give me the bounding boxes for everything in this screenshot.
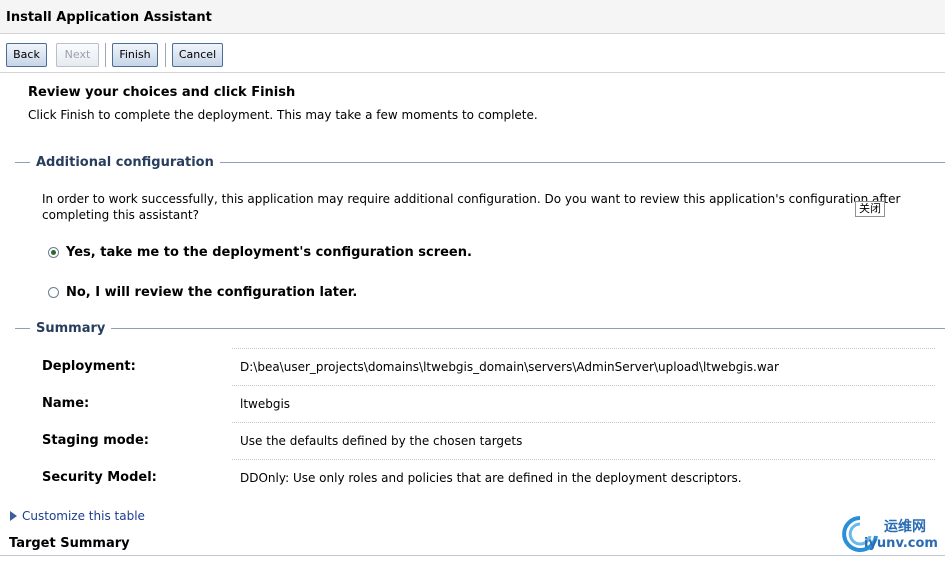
summary-value-deployment: D:\bea\user_projects\domains\ltwebgis_do…	[240, 360, 779, 374]
page-instructions: Click Finish to complete the deployment.…	[28, 108, 538, 122]
watermark: 运维网 iyunv.com	[840, 512, 945, 561]
summary-divider	[232, 459, 935, 460]
additional-config-description: In order to work successfully, this appl…	[42, 192, 901, 222]
watermark-text-en: iyunv.com	[864, 536, 938, 551]
wizard-toolbar: Back Next Finish Cancel	[0, 35, 945, 73]
summary-divider	[232, 348, 935, 349]
close-tooltip[interactable]: 关闭	[855, 201, 885, 217]
summary-label-name: Name:	[42, 396, 90, 411]
cancel-button[interactable]: Cancel	[172, 43, 223, 67]
summary-label-security: Security Model:	[42, 470, 157, 485]
toolbar-separator	[105, 43, 106, 67]
radio-button-selected[interactable]	[48, 247, 59, 258]
summary-label-deployment: Deployment:	[42, 359, 136, 374]
section-divider	[15, 328, 945, 329]
title-bar: Install Application Assistant	[0, 0, 945, 34]
summary-divider	[232, 422, 935, 423]
window-title: Install Application Assistant	[6, 10, 212, 25]
additional-config-title: Additional configuration	[30, 155, 220, 170]
customize-table-link[interactable]: Customize this table	[10, 509, 145, 523]
finish-button[interactable]: Finish	[112, 43, 158, 67]
radio-option-label: Yes, take me to the deployment's configu…	[66, 245, 472, 260]
customize-table-label[interactable]: Customize this table	[22, 509, 145, 523]
summary-value-name: ltwebgis	[240, 397, 291, 411]
watermark-text-cn: 运维网	[884, 519, 926, 535]
summary-divider	[232, 385, 935, 386]
radio-button[interactable]	[48, 287, 59, 298]
summary-label-staging: Staging mode:	[42, 433, 149, 448]
back-button[interactable]: Back	[6, 43, 47, 67]
summary-value-staging: Use the defaults defined by the chosen t…	[240, 434, 523, 448]
summary-value-security: DDOnly: Use only roles and policies that…	[240, 471, 742, 485]
expand-triangle-icon[interactable]	[10, 511, 17, 521]
radio-option-yes[interactable]: Yes, take me to the deployment's configu…	[48, 245, 472, 260]
summary-title: Summary	[30, 321, 112, 336]
target-summary-title: Target Summary	[9, 536, 130, 551]
radio-option-no[interactable]: No, I will review the configuration late…	[48, 285, 357, 300]
next-button[interactable]: Next	[56, 43, 99, 67]
table-top-border	[0, 555, 945, 556]
toolbar-separator	[165, 43, 166, 67]
radio-option-label: No, I will review the configuration late…	[66, 285, 358, 300]
page-heading: Review your choices and click Finish	[28, 85, 296, 100]
